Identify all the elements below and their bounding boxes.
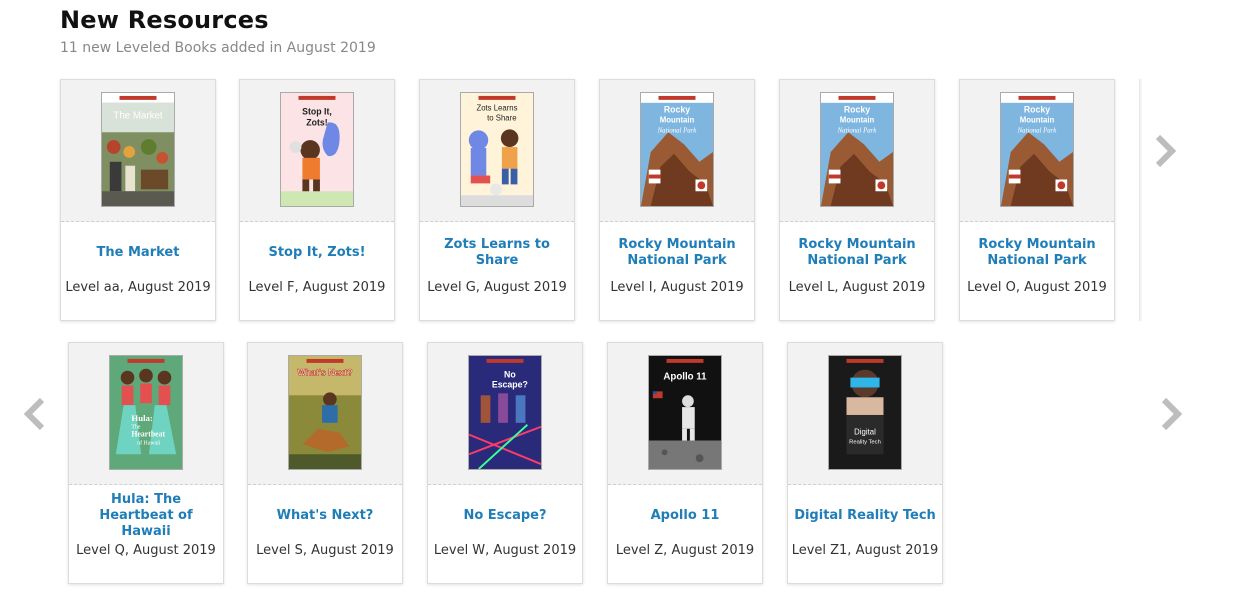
cover-title-text: Zots Learns <box>476 104 517 113</box>
cover-title-text: What's Next? <box>297 368 352 378</box>
section-title: New Resources <box>60 6 269 34</box>
book-level-date: Level G, August 2019 <box>427 280 567 295</box>
book-title-link[interactable]: Rocky Mountain National Park <box>606 236 748 270</box>
cover-title-text: Mountain <box>660 115 695 124</box>
book-cover-rocky-mountain[interactable]: Rocky Mountain National Park <box>1000 92 1074 207</box>
cover-title-text: Heartbeat <box>131 430 165 439</box>
cover-area: Zots Learns to Share <box>420 80 574 222</box>
cover-title-text: Hula: <box>131 413 152 423</box>
book-card[interactable]: Apollo 11 Apollo 11 Level Z, August 2019 <box>607 342 763 584</box>
book-level-date: Level O, August 2019 <box>967 280 1107 295</box>
cover-area: Digital Reality Tech <box>788 343 942 485</box>
book-cover-digital-reality-tech[interactable]: Digital Reality Tech <box>828 355 902 470</box>
cover-area: Rocky Mountain National Park <box>600 80 754 222</box>
book-level-date: Level L, August 2019 <box>788 280 926 295</box>
cover-title-text: No <box>504 370 516 380</box>
book-cover-stop-it-zots[interactable]: Stop It, Zots! <box>280 92 354 207</box>
cover-title-text: The Market <box>113 111 162 122</box>
book-level-date: Level aa, August 2019 <box>65 280 211 295</box>
book-card[interactable]: What's Next? What's Next? Level S, Augus… <box>247 342 403 584</box>
carousel-prev-button[interactable] <box>20 394 50 434</box>
book-title-link[interactable]: Stop It, Zots! <box>246 236 388 270</box>
cover-title-text: Rocky <box>1024 105 1050 115</box>
cover-title-text: of Hawaii <box>137 439 161 446</box>
book-level-date: Level S, August 2019 <box>256 543 394 558</box>
book-level-date: Level F, August 2019 <box>248 280 386 295</box>
chevron-right-icon <box>1150 134 1180 175</box>
book-level-date: Level Z, August 2019 <box>615 543 755 558</box>
book-cover-no-escape[interactable]: No Escape? <box>468 355 542 470</box>
cover-title-text: Reality Tech <box>849 439 881 445</box>
cover-title-text: National Park <box>657 127 698 134</box>
cover-title-text: Mountain <box>1020 115 1055 124</box>
book-cover-whats-next[interactable]: What's Next? <box>288 355 362 470</box>
book-cover-the-market[interactable]: The Market <box>101 92 175 207</box>
book-title-link[interactable]: Hula: The Heartbeat of Hawaii <box>75 492 217 539</box>
cover-area: What's Next? <box>248 343 402 485</box>
book-card[interactable]: Digital Reality Tech Digital Reality Tec… <box>787 342 943 584</box>
book-cover-rocky-mountain[interactable]: Rocky Mountain National Park <box>820 92 894 207</box>
book-title-link[interactable]: Rocky Mountain National Park <box>966 236 1108 270</box>
book-card[interactable]: No Escape? No Escape? Level W, August 20… <box>427 342 583 584</box>
cover-area: Stop It, Zots! <box>240 80 394 222</box>
carousel-next-button[interactable] <box>1150 131 1180 171</box>
book-title-link[interactable]: Apollo 11 <box>614 499 756 533</box>
book-title-link[interactable]: Digital Reality Tech <box>794 499 936 533</box>
book-card[interactable]: Rocky Mountain National Park Rocky Mount… <box>959 79 1115 321</box>
book-level-date: Level W, August 2019 <box>433 543 577 558</box>
book-card[interactable]: Rocky Mountain National Park Rocky Mount… <box>599 79 755 321</box>
cover-title-text: Zots! <box>306 117 327 127</box>
book-card[interactable]: Rocky Mountain National Park Rocky Mount… <box>779 79 935 321</box>
book-cover-zots-learns-to-share[interactable]: Zots Learns to Share <box>460 92 534 207</box>
book-title-link[interactable]: No Escape? <box>434 499 576 533</box>
book-title-link[interactable]: The Market <box>67 236 209 270</box>
cover-area: Hula: The Heartbeat of Hawaii <box>69 343 223 485</box>
cover-title-text: Digital <box>854 428 876 437</box>
book-title-link[interactable]: Zots Learns to Share <box>426 236 568 270</box>
cover-area: No Escape? <box>428 343 582 485</box>
cover-title-text: Mountain <box>840 115 875 124</box>
cover-area: Rocky Mountain National Park <box>780 80 934 222</box>
section-subtitle: 11 new Leveled Books added in August 201… <box>60 40 376 56</box>
cover-area: Apollo 11 <box>608 343 762 485</box>
carousel-next-button[interactable] <box>1156 394 1186 434</box>
cover-title-text: Escape? <box>492 379 528 389</box>
book-card[interactable]: The Market The Market Level aa, August 2… <box>60 79 216 321</box>
cover-title-text: to Share <box>487 113 516 122</box>
chevron-right-icon <box>1156 397 1186 438</box>
next-card-peek <box>1139 79 1142 321</box>
book-cover-hula[interactable]: Hula: The Heartbeat of Hawaii <box>109 355 183 470</box>
cover-area: Rocky Mountain National Park <box>960 80 1114 222</box>
chevron-left-icon <box>20 397 50 438</box>
cover-title-text: National Park <box>1017 127 1058 134</box>
book-title-link[interactable]: Rocky Mountain National Park <box>786 236 928 270</box>
cover-title-text: Stop It, <box>302 107 332 117</box>
book-level-date: Level Q, August 2019 <box>76 543 216 558</box>
book-title-link[interactable]: What's Next? <box>254 499 396 533</box>
cover-title-text: National Park <box>837 127 878 134</box>
book-cover-apollo-11[interactable]: Apollo 11 <box>648 355 722 470</box>
book-card[interactable]: Zots Learns to Share Zots Learns to Shar… <box>419 79 575 321</box>
cover-title-text: Apollo 11 <box>663 372 707 383</box>
book-cover-rocky-mountain[interactable]: Rocky Mountain National Park <box>640 92 714 207</box>
book-level-date: Level Z1, August 2019 <box>791 543 939 558</box>
book-card[interactable]: Stop It, Zots! Stop It, Zots! Level F, A… <box>239 79 395 321</box>
cover-title-text: Rocky <box>844 105 870 115</box>
cover-title-text: Rocky <box>664 105 690 115</box>
book-card[interactable]: Hula: The Heartbeat of Hawaii Hula: The … <box>68 342 224 584</box>
book-level-date: Level I, August 2019 <box>610 280 744 295</box>
cover-area: The Market <box>61 80 215 222</box>
